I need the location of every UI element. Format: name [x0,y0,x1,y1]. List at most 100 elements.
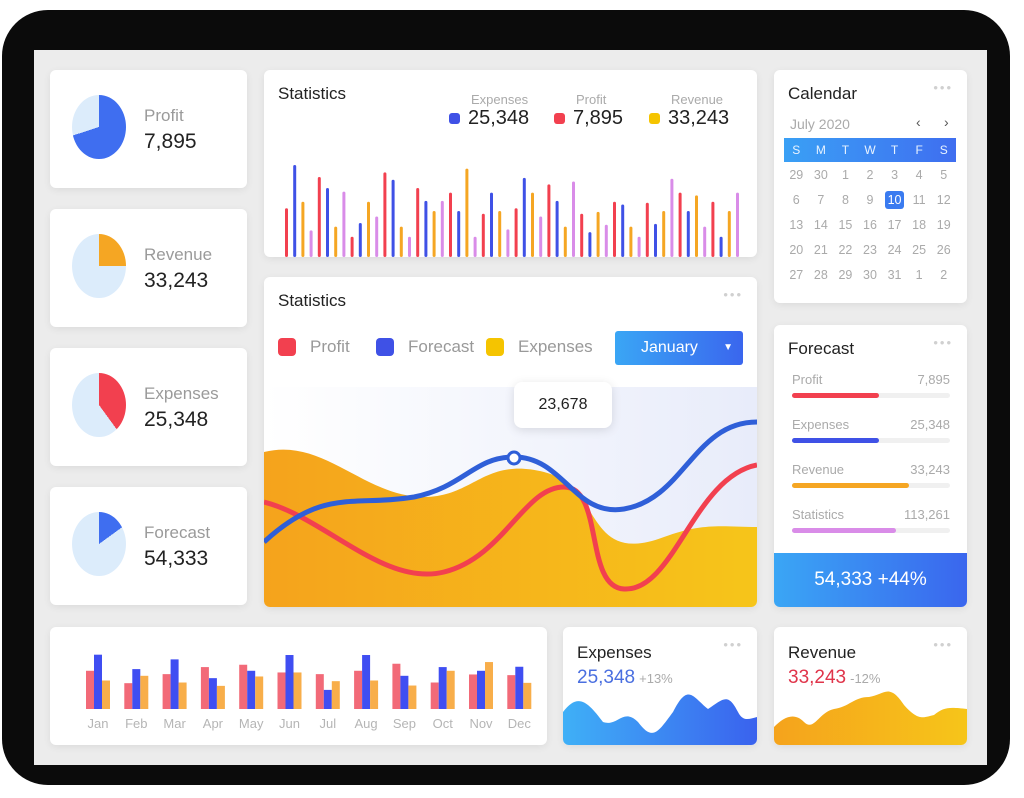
month-bar [362,655,371,709]
pie-chart-icon [72,234,126,298]
month-bar [208,678,217,709]
bar [317,176,321,257]
progress-track [792,393,950,398]
bar [465,168,469,257]
bar [383,172,387,257]
calendar-day[interactable]: 5 [931,166,956,184]
bar [416,188,420,257]
bar [375,216,379,257]
calendar-day[interactable]: 17 [882,216,907,234]
month-bar [331,681,340,709]
calendar-day[interactable]: 27 [784,266,809,284]
bar [326,188,329,257]
next-month-icon[interactable]: › [944,114,949,130]
calendar-day[interactable]: 19 [931,216,956,234]
bar [531,192,534,257]
month-label: Aug [355,716,378,731]
bar [481,213,485,257]
calendar-day[interactable]: 23 [858,241,883,259]
progress-fill [792,438,879,443]
dashboard-screen: Profit 7,895 Revenue 33,243 Expenses 25,348 Fo… [34,50,987,765]
progress-fill [792,483,909,488]
calendar-day[interactable]: 25 [907,241,932,259]
month-label: Mar [163,716,186,731]
forecast-value: 7,895 [917,372,950,387]
calendar-day[interactable]: 3 [882,166,907,184]
calendar-day[interactable]: 1 [833,166,858,184]
bar [719,236,723,257]
progress-fill [792,393,879,398]
calendar-day[interactable]: 12 [931,191,956,209]
month-label: Sep [393,716,416,731]
calendar-day[interactable]: 29 [833,266,858,284]
calendar-day[interactable]: 30 [809,166,834,184]
calendar-day[interactable]: 4 [907,166,932,184]
month-bar [430,682,439,709]
calendar-day[interactable]: 14 [809,216,834,234]
kpi-label: Expenses [144,384,219,403]
calendar-day[interactable]: 9 [858,191,883,209]
month-bar [400,675,409,709]
kpi-value: 7,895 [144,130,197,153]
calendar-day[interactable]: 2 [931,266,956,284]
weekday-label: T [890,143,899,157]
month-bar [408,685,417,709]
tooltip: 23,678 [514,382,612,428]
calendar-day[interactable]: 31 [882,266,907,284]
kpi-card-forecast[interactable]: Forecast 54,333 [50,487,247,605]
kpi-value: 33,243 [144,269,209,292]
calendar-day[interactable]: 15 [833,216,858,234]
month-bar [255,676,264,709]
month-bar [277,672,286,709]
calendar-day[interactable]: 2 [858,166,883,184]
forecast-card: Forecast ••• Profit 7,895 Expenses 25,348 Re… [774,325,967,607]
bar [301,201,305,257]
statistics-bars-card: Statistics Expenses 25,348 Profit 7,895 Reve… [264,70,757,257]
statistics-main-card: Statistics ••• Profit Forecast Expenses Ja… [264,277,757,607]
calendar-day[interactable]: 29 [784,166,809,184]
bar [449,192,452,257]
calendar-day[interactable]: 30 [858,266,883,284]
calendar-day[interactable]: 11 [907,191,932,209]
month-bar [140,675,149,709]
month-bar [124,683,133,709]
calendar-day[interactable]: 1 [907,266,932,284]
calendar-day[interactable]: 13 [784,216,809,234]
more-icon[interactable]: ••• [933,80,953,95]
kpi-card-expenses[interactable]: Expenses 25,348 [50,348,247,466]
calendar-day[interactable]: 21 [809,241,834,259]
month-bar [102,680,110,709]
kpi-card-revenue[interactable]: Revenue 33,243 [50,209,247,327]
calendar-day[interactable]: 24 [882,241,907,259]
calendar-day[interactable]: 26 [931,241,956,259]
calendar-day[interactable]: 20 [784,241,809,259]
calendar-day[interactable]: 16 [858,216,883,234]
calendar-day[interactable]: 28 [809,266,834,284]
bar [440,200,444,257]
calendar-day[interactable]: 7 [809,191,834,209]
calendar-day[interactable]: 18 [907,216,932,234]
month-bar [86,670,94,709]
month-bar [200,667,209,709]
calendar-day[interactable]: 10 [885,191,904,209]
prev-month-icon[interactable]: ‹ [916,114,921,130]
bar [703,226,707,257]
month-bar [446,670,455,709]
bar [350,236,354,257]
bar [334,226,338,257]
month-bar [132,669,141,709]
month-bar [247,670,256,709]
bar [621,204,625,257]
bar [662,211,666,257]
bar [736,192,739,257]
calendar-day[interactable]: 6 [784,191,809,209]
bar [604,224,608,257]
calendar-day[interactable]: 22 [833,241,858,259]
kpi-label: Forecast [144,523,211,542]
bar [596,211,600,257]
bar [490,192,493,257]
kpi-card-profit[interactable]: Profit 7,895 [50,70,247,188]
calendar-day[interactable]: 8 [833,191,858,209]
more-icon[interactable]: ••• [933,335,953,350]
weekday-header: SMTWTFS [784,138,956,162]
